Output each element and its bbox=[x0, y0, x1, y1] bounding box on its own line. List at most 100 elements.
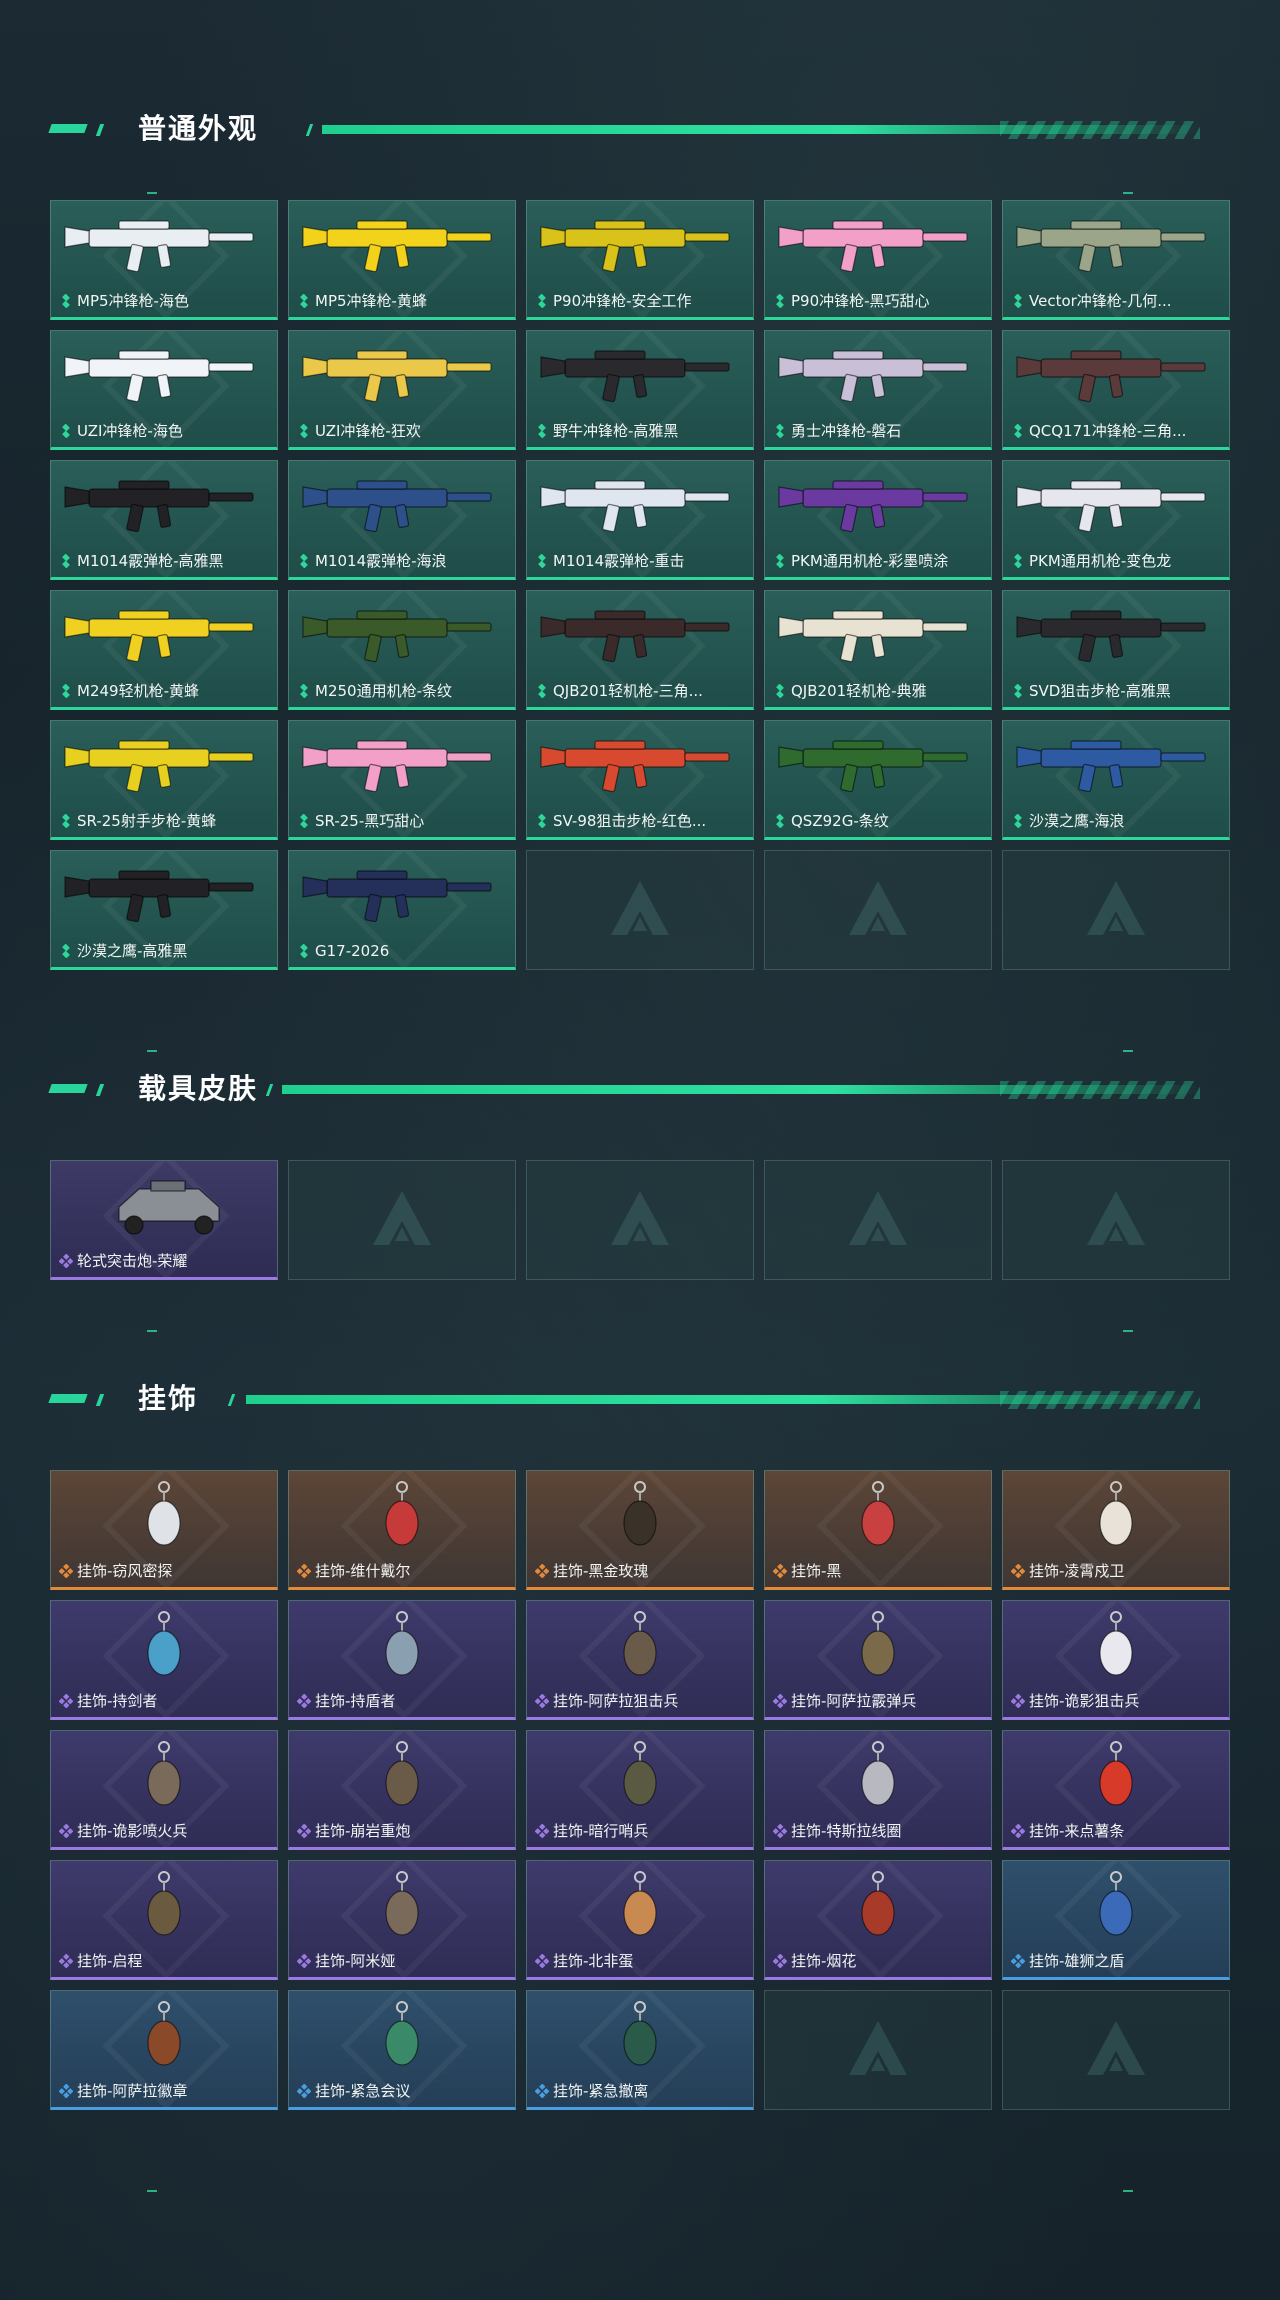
weapon-skin-card[interactable]: 沙漠之鹰-海浪 bbox=[1002, 720, 1230, 840]
item-image bbox=[385, 1871, 419, 1936]
weapon-skin-card[interactable]: QSZ92G-条纹 bbox=[764, 720, 992, 840]
charm-card[interactable]: 挂饰-崩岩重炮 bbox=[288, 1730, 516, 1850]
item-image bbox=[623, 1741, 657, 1806]
item-label: 挂饰-紧急会议 bbox=[297, 2081, 509, 2101]
item-label: 挂饰-阿萨拉霰弹兵 bbox=[773, 1691, 985, 1711]
charm-card[interactable]: 挂饰-凌霄戍卫 bbox=[1002, 1470, 1230, 1590]
vehicle-skin-card[interactable]: 轮式突击炮-荣耀 bbox=[50, 1160, 278, 1280]
weapon-skin-card[interactable]: QCQ171冲锋枪-三角... bbox=[1002, 330, 1230, 450]
empty-slot bbox=[764, 1990, 992, 2110]
item-name: 挂饰-阿萨拉徽章 bbox=[77, 2082, 188, 2100]
charm-card[interactable]: 挂饰-启程 bbox=[50, 1860, 278, 1980]
item-name: MP5冲锋枪-海色 bbox=[77, 292, 189, 310]
weapon-skin-card[interactable]: MP5冲锋枪-海色 bbox=[50, 200, 278, 320]
weapon-skin-card[interactable]: SR-25-黑巧甜心 bbox=[288, 720, 516, 840]
rarity-icon bbox=[297, 814, 315, 828]
weapon-skin-card[interactable]: PKM通用机枪-彩墨喷涂 bbox=[764, 460, 992, 580]
weapon-skin-card[interactable]: 沙漠之鹰-高雅黑 bbox=[50, 850, 278, 970]
weapon-skin-card[interactable]: UZI冲锋枪-海色 bbox=[50, 330, 278, 450]
item-label: 挂饰-黑 bbox=[773, 1561, 985, 1581]
charm-card[interactable]: 挂饰-阿米娅 bbox=[288, 1860, 516, 1980]
charm-card[interactable]: 挂饰-暗行哨兵 bbox=[526, 1730, 754, 1850]
rarity-icon bbox=[297, 1564, 315, 1578]
item-image bbox=[302, 480, 492, 533]
corner-marker bbox=[1123, 1330, 1133, 1332]
item-label: MP5冲锋枪-海色 bbox=[59, 291, 271, 311]
item-label: 挂饰-特斯拉线圈 bbox=[773, 1821, 985, 1841]
header-tick bbox=[305, 124, 314, 136]
item-label: PKM通用机枪-变色龙 bbox=[1011, 551, 1223, 571]
charm-card[interactable]: 挂饰-烟花 bbox=[764, 1860, 992, 1980]
weapon-skin-card[interactable]: P90冲锋枪-安全工作 bbox=[526, 200, 754, 320]
charm-card[interactable]: 挂饰-紧急会议 bbox=[288, 1990, 516, 2110]
item-label: SV-98狙击步枪-红色... bbox=[535, 811, 747, 831]
rarity-icon bbox=[773, 294, 791, 308]
weapon-skin-card[interactable]: 勇士冲锋枪-磐石 bbox=[764, 330, 992, 450]
weapon-skin-card[interactable]: M249轻机枪-黄蜂 bbox=[50, 590, 278, 710]
weapon-skin-card[interactable]: QJB201轻机枪-典雅 bbox=[764, 590, 992, 710]
charm-card[interactable]: 挂饰-雄狮之盾 bbox=[1002, 1860, 1230, 1980]
charm-card[interactable]: 挂饰-来点薯条 bbox=[1002, 1730, 1230, 1850]
item-label: UZI冲锋枪-海色 bbox=[59, 421, 271, 441]
rarity-icon bbox=[773, 1954, 791, 1968]
rarity-icon bbox=[59, 554, 77, 568]
charm-card[interactable]: 挂饰-维什戴尔 bbox=[288, 1470, 516, 1590]
item-image bbox=[861, 1741, 895, 1806]
charm-card[interactable]: 挂饰-持盾者 bbox=[288, 1600, 516, 1720]
charm-card[interactable]: 挂饰-特斯拉线圈 bbox=[764, 1730, 992, 1850]
weapon-skin-card[interactable]: M250通用机枪-条纹 bbox=[288, 590, 516, 710]
charm-card[interactable]: 挂饰-紧急撤离 bbox=[526, 1990, 754, 2110]
rarity-icon bbox=[773, 1564, 791, 1578]
weapon-skin-card[interactable]: UZI冲锋枪-狂欢 bbox=[288, 330, 516, 450]
charm-card[interactable]: 挂饰-阿萨拉徽章 bbox=[50, 1990, 278, 2110]
item-label: M249轻机枪-黄蜂 bbox=[59, 681, 271, 701]
weapon-skin-card[interactable]: P90冲锋枪-黑巧甜心 bbox=[764, 200, 992, 320]
weapon-skin-card[interactable]: PKM通用机枪-变色龙 bbox=[1002, 460, 1230, 580]
placeholder-logo-icon bbox=[373, 1191, 431, 1245]
item-image bbox=[385, 1741, 419, 1806]
charm-card[interactable]: 挂饰-诡影狙击兵 bbox=[1002, 1600, 1230, 1720]
item-name: M1014霰弹枪-海浪 bbox=[315, 552, 447, 570]
rarity-icon bbox=[535, 814, 553, 828]
charm-card[interactable]: 挂饰-北非蛋 bbox=[526, 1860, 754, 1980]
weapon-skin-card[interactable]: M1014霰弹枪-高雅黑 bbox=[50, 460, 278, 580]
weapon-skin-card[interactable]: SV-98狙击步枪-红色... bbox=[526, 720, 754, 840]
weapon-skin-card[interactable]: SVD狙击步枪-高雅黑 bbox=[1002, 590, 1230, 710]
rarity-icon bbox=[297, 424, 315, 438]
weapon-skin-card[interactable]: Vector冲锋枪-几何... bbox=[1002, 200, 1230, 320]
item-name: 轮式突击炮-荣耀 bbox=[77, 1252, 188, 1270]
item-image bbox=[385, 2001, 419, 2066]
charm-card[interactable]: 挂饰-诡影喷火兵 bbox=[50, 1730, 278, 1850]
corner-marker bbox=[1123, 2190, 1133, 2192]
rarity-icon bbox=[535, 424, 553, 438]
charm-card[interactable]: 挂饰-阿萨拉霰弹兵 bbox=[764, 1600, 992, 1720]
weapon-skin-card[interactable]: M1014霰弹枪-海浪 bbox=[288, 460, 516, 580]
charm-card[interactable]: 挂饰-黑金玫瑰 bbox=[526, 1470, 754, 1590]
item-label: M250通用机枪-条纹 bbox=[297, 681, 509, 701]
weapon-skin-card[interactable]: G17-2026 bbox=[288, 850, 516, 970]
rarity-icon bbox=[1011, 1954, 1029, 1968]
item-image bbox=[64, 220, 254, 273]
charm-card[interactable]: 挂饰-黑 bbox=[764, 1470, 992, 1590]
item-label: 挂饰-启程 bbox=[59, 1951, 271, 1971]
item-image bbox=[623, 1481, 657, 1546]
charm-card[interactable]: 挂饰-阿萨拉狙击兵 bbox=[526, 1600, 754, 1720]
item-label: MP5冲锋枪-黄蜂 bbox=[297, 291, 509, 311]
weapon-skin-card[interactable]: SR-25射手步枪-黄蜂 bbox=[50, 720, 278, 840]
item-name: Vector冲锋枪-几何... bbox=[1029, 292, 1172, 310]
weapon-skin-card[interactable]: QJB201轻机枪-三角... bbox=[526, 590, 754, 710]
placeholder-logo-icon bbox=[849, 881, 907, 935]
charm-card[interactable]: 挂饰-持剑者 bbox=[50, 1600, 278, 1720]
item-image bbox=[1016, 610, 1206, 663]
item-image bbox=[64, 740, 254, 793]
weapon-skin-card[interactable]: MP5冲锋枪-黄蜂 bbox=[288, 200, 516, 320]
item-image bbox=[778, 740, 968, 793]
weapon-skin-card[interactable]: 野牛冲锋枪-高雅黑 bbox=[526, 330, 754, 450]
rarity-icon bbox=[297, 684, 315, 698]
charm-card[interactable]: 挂饰-窃风密探 bbox=[50, 1470, 278, 1590]
empty-slot bbox=[288, 1160, 516, 1280]
item-image bbox=[540, 220, 730, 273]
weapon-skin-card[interactable]: M1014霰弹枪-重击 bbox=[526, 460, 754, 580]
item-label: 挂饰-诡影喷火兵 bbox=[59, 1821, 271, 1841]
corner-marker bbox=[1123, 192, 1133, 194]
